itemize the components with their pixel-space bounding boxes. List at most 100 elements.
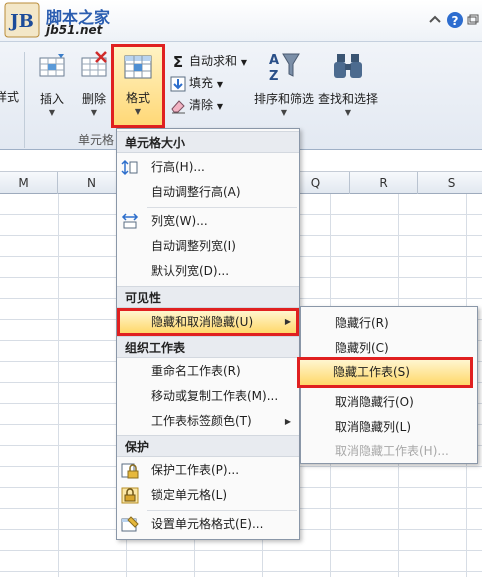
site-url: jb51.net: [46, 23, 103, 37]
hide-rows-label: 隐藏行(R): [335, 316, 389, 330]
lock-cell-item[interactable]: 锁定单元格(L): [117, 483, 299, 508]
column-header-label: R: [379, 176, 388, 190]
insert-button[interactable]: 插入 ▼: [32, 50, 72, 124]
unhide-sheet-label: 取消隐藏工作表(H)...: [335, 444, 449, 458]
help-icon[interactable]: ?: [446, 10, 464, 30]
autosum-button[interactable]: Σ 自动求和 ▼: [170, 52, 247, 72]
row-height-label: 行高(H)...: [151, 160, 205, 174]
delete-dropdown-icon: ▼: [90, 108, 98, 117]
protection-header: 保护: [117, 435, 299, 457]
cells-group-label: 单元格: [78, 133, 115, 147]
tab-color-item[interactable]: 工作表标签颜色(T) ▶: [117, 409, 299, 434]
fill-button[interactable]: 填充 ▼: [170, 74, 223, 94]
svg-text:A: A: [269, 53, 279, 68]
column-header-label: Q: [310, 176, 321, 190]
autofit-row-height-label: 自动调整行高(A): [151, 185, 241, 199]
delete-button[interactable]: 删除 ▼: [74, 50, 114, 124]
format-cells-icon: [124, 55, 152, 79]
submenu-arrow-icon: ▶: [284, 317, 291, 326]
column-width-label: 列宽(W)...: [151, 214, 208, 228]
clear-dropdown-icon: ▼: [216, 102, 223, 111]
fill-down-icon: [170, 76, 186, 91]
format-label: 格式: [125, 91, 150, 105]
column-header-label: S: [447, 176, 456, 190]
svg-text:JB: JB: [8, 11, 34, 32]
lock-icon: [121, 487, 139, 504]
minimize-ribbon-icon[interactable]: [428, 10, 442, 30]
eraser-icon: [171, 99, 185, 113]
fill-dropdown-icon: ▼: [216, 80, 223, 89]
format-cells-item[interactable]: 设置单元格格式(E)...: [117, 512, 299, 537]
default-width-item[interactable]: 默认列宽(D)...: [117, 259, 299, 284]
find-select-dropdown-icon: ▼: [344, 108, 352, 117]
organize-sheets-header: 组织工作表: [117, 336, 299, 358]
cell-styles-button[interactable]: 样式: [0, 88, 22, 108]
lock-cell-label: 锁定单元格(L): [151, 488, 228, 502]
submenu-arrow-icon: ▶: [284, 417, 291, 426]
clear-label: 清除: [189, 98, 214, 112]
protect-sheet-icon: [121, 463, 139, 479]
rename-sheet-item[interactable]: 重命名工作表(R): [117, 359, 299, 384]
site-logo: JB 脚本之家 jb51.net: [4, 2, 122, 38]
cell-styles-label: 样式: [0, 90, 19, 104]
move-copy-sheet-label: 移动或复制工作表(M)...: [151, 389, 279, 403]
find-select-label: 查找和选择: [317, 92, 378, 106]
format-cells-dialog-icon: [121, 516, 139, 532]
row-height-item[interactable]: 行高(H)...: [117, 155, 299, 180]
sigma-icon: Σ: [172, 52, 184, 71]
delete-label: 删除: [81, 92, 106, 106]
fill-label: 填充: [189, 76, 214, 90]
column-header-label: M: [18, 176, 29, 190]
autosum-label: 自动求和: [189, 54, 238, 68]
column-header[interactable]: S: [418, 172, 482, 194]
sort-filter-dropdown-icon: ▼: [280, 108, 288, 117]
format-menu: 单元格大小 行高(H)... 自动调整行高(A) 列宽(W)... 自动调整列宽…: [116, 128, 300, 540]
autofit-row-height-item[interactable]: 自动调整行高(A): [117, 180, 299, 205]
menu-separator: [147, 207, 297, 208]
delete-cells-icon: [81, 51, 107, 77]
clear-button[interactable]: 清除 ▼: [170, 96, 223, 116]
menu-separator: [147, 510, 297, 511]
site-logo-icon: JB: [4, 2, 40, 38]
unhide-rows-item[interactable]: 取消隐藏行(O): [301, 390, 477, 415]
rename-sheet-label: 重命名工作表(R): [151, 364, 241, 378]
default-width-label: 默认列宽(D)...: [151, 264, 230, 278]
row-height-icon: [121, 159, 138, 176]
hide-unhide-item[interactable]: 隐藏和取消隐藏(U) ▶: [117, 308, 299, 336]
hide-sheet-label: 隐藏工作表(S): [333, 365, 410, 379]
insert-dropdown-icon: ▼: [48, 108, 56, 117]
protect-sheet-label: 保护工作表(P)...: [151, 463, 240, 477]
autofit-column-width-label: 自动调整列宽(I): [151, 239, 236, 253]
format-cells-label: 设置单元格格式(E)...: [151, 517, 264, 531]
column-width-item[interactable]: 列宽(W)...: [117, 209, 299, 234]
binoculars-icon: [334, 54, 362, 78]
sort-filter-label: 排序和筛选: [253, 92, 314, 106]
tab-color-label: 工作表标签颜色(T): [151, 414, 252, 428]
column-header[interactable]: R: [350, 172, 418, 194]
hide-rows-item[interactable]: 隐藏行(R): [301, 311, 477, 336]
restore-window-icon[interactable]: [466, 10, 480, 30]
protect-sheet-item[interactable]: 保护工作表(P)...: [117, 458, 299, 483]
visibility-header: 可见性: [117, 286, 299, 308]
svg-text:?: ?: [452, 14, 459, 28]
autofit-column-width-item[interactable]: 自动调整列宽(I): [117, 234, 299, 259]
svg-text:Z: Z: [269, 69, 278, 84]
move-copy-sheet-item[interactable]: 移动或复制工作表(M)...: [117, 384, 299, 409]
sort-filter-icon: A Z: [269, 53, 300, 84]
unhide-columns-item[interactable]: 取消隐藏列(L): [301, 415, 477, 440]
column-width-icon: [121, 213, 139, 229]
insert-cells-icon: [39, 54, 65, 77]
unhide-sheet-item: 取消隐藏工作表(H)...: [301, 439, 477, 464]
column-header[interactable]: M: [0, 172, 58, 194]
insert-label: 插入: [39, 92, 64, 106]
title-bar: JB 脚本之家 jb51.net ?: [0, 0, 482, 42]
unhide-columns-label: 取消隐藏列(L): [335, 420, 412, 434]
hide-unhide-submenu: 隐藏行(R) 隐藏列(C) 隐藏工作表(S) 取消隐藏行(O) 取消隐藏列(L)…: [297, 306, 478, 464]
format-button[interactable]: 格式 ▼: [111, 44, 165, 128]
find-select-button[interactable]: 查找和选择 ▼: [316, 50, 380, 124]
hide-unhide-label: 隐藏和取消隐藏(U): [151, 315, 254, 329]
ribbon-separator: [24, 52, 25, 148]
hide-sheet-item[interactable]: 隐藏工作表(S): [297, 357, 473, 388]
sort-filter-button[interactable]: A Z 排序和筛选 ▼: [252, 50, 316, 124]
column-header-label: N: [87, 176, 96, 190]
